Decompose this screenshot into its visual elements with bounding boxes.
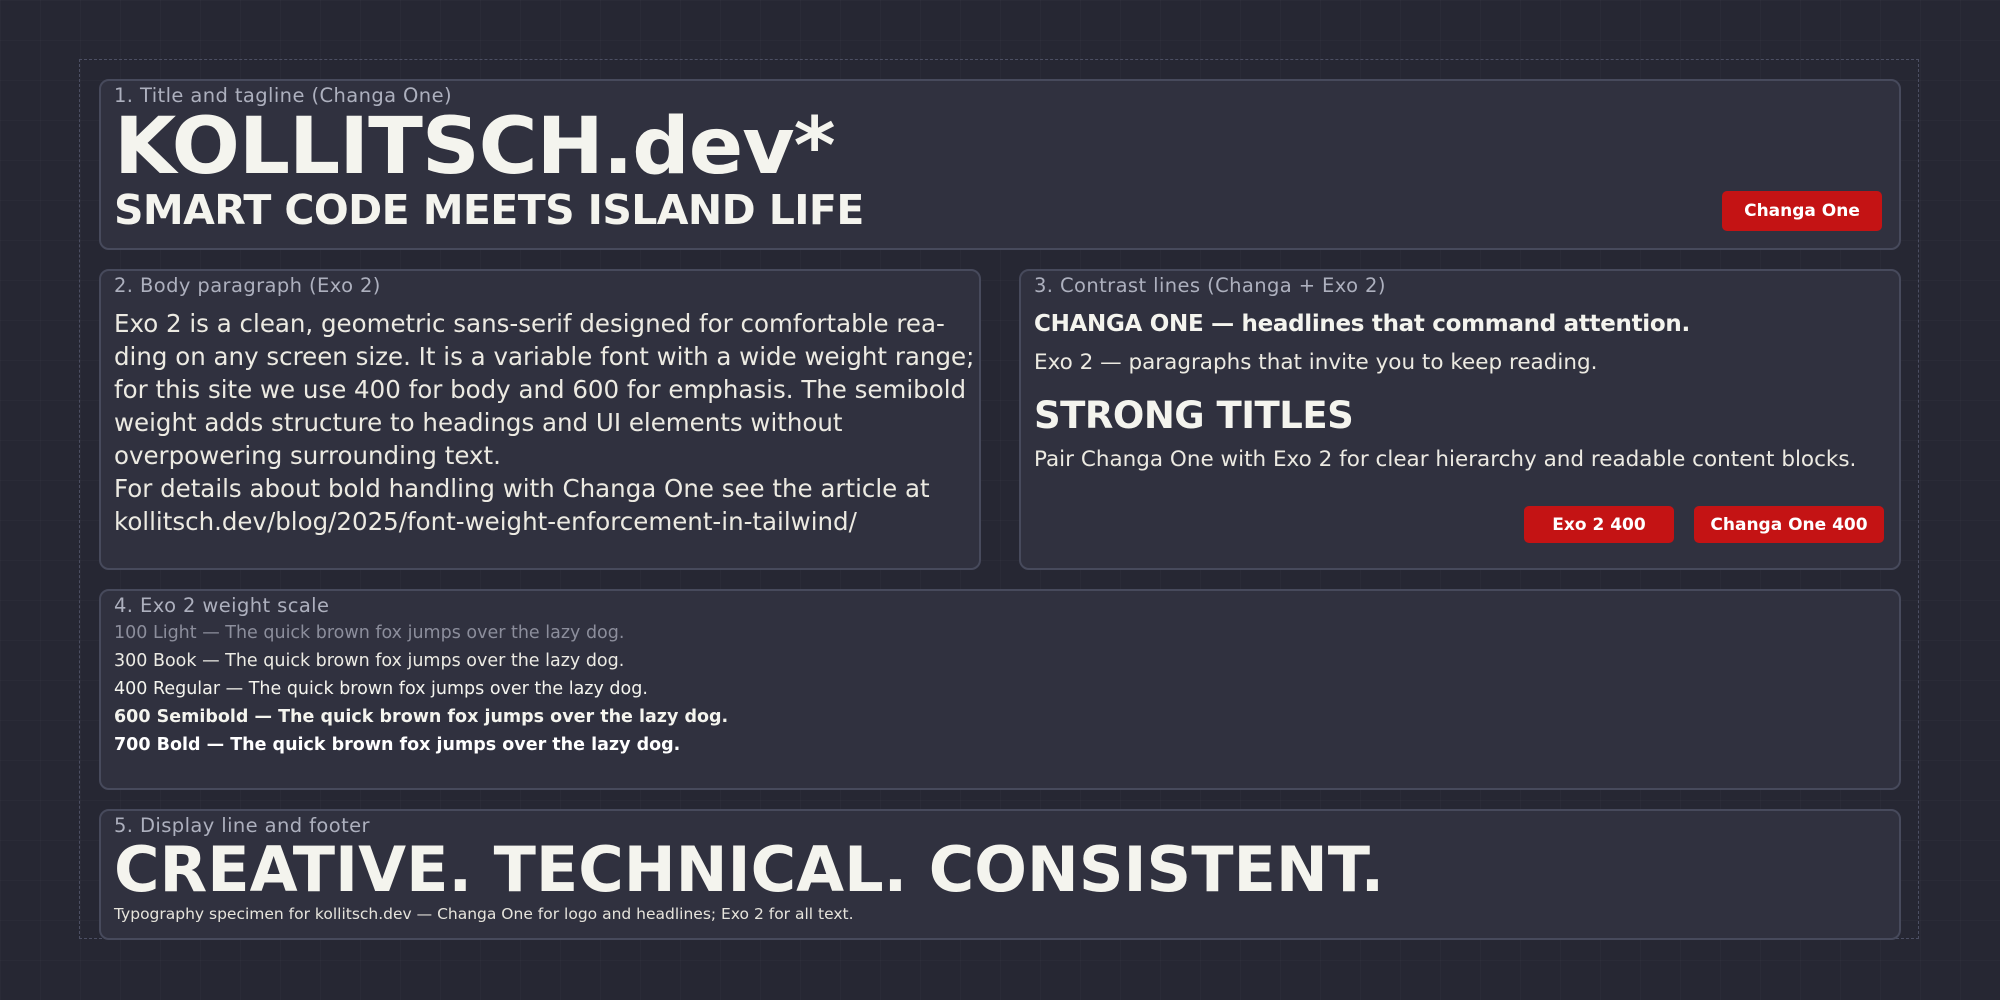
site-title: KOLLITSCH.dev* [114,102,836,192]
weight-line-600: 600 Semibold — The quick brown fox jumps… [114,707,729,727]
body-line: Exo 2 is a clean, geometric sans-serif d… [114,309,945,338]
display-line: CREATIVE. TECHNICAL. CONSISTENT. [114,833,1385,906]
body-line: ding on any screen size. It is a variabl… [114,342,975,371]
font-badge-exo: Exo 2 400 [1524,506,1674,543]
contrast-headline: CHANGA ONE — headlines that command atte… [1034,311,1690,337]
font-badge-changa: Changa One 400 [1694,506,1884,543]
panel-label: 4. Exo 2 weight scale [114,594,330,617]
pairing-line: Pair Changa One with Exo 2 for clear hie… [1034,447,1857,472]
contrast-panel: 3. Contrast lines (Changa + Exo 2) CHANG… [1019,269,1901,570]
body-paragraph: Exo 2 is a clean, geometric sans-serif d… [114,307,975,538]
weight-line-700: 700 Bold — The quick brown fox jumps ove… [114,735,681,755]
panel-label: 2. Body paragraph (Exo 2) [114,274,381,297]
tagline: SMART CODE MEETS ISLAND LIFE [114,186,864,234]
body-line: weight adds structure to headings and UI… [114,408,843,437]
weight-line-400: 400 Regular — The quick brown fox jumps … [114,679,648,699]
body-link-line: kollitsch.dev/blog/2025/font-weight-enfo… [114,507,857,536]
weight-scale-panel: 4. Exo 2 weight scale 100 Light — The qu… [99,589,1901,790]
weight-line-300: 300 Book — The quick brown fox jumps ove… [114,651,625,671]
footer-text: Typography specimen for kollitsch.dev — … [114,905,854,923]
display-panel: 5. Display line and footer CREATIVE. TEC… [99,809,1901,940]
strong-titles-heading: STRONG TITLES [1034,394,1354,437]
font-badge-changa: Changa One [1722,191,1882,231]
title-panel: 1. Title and tagline (Changa One) KOLLIT… [99,79,1901,250]
panel-label: 3. Contrast lines (Changa + Exo 2) [1034,274,1386,297]
body-panel: 2. Body paragraph (Exo 2) Exo 2 is a cle… [99,269,981,570]
contrast-body-line: Exo 2 — paragraphs that invite you to ke… [1034,350,1598,375]
body-line: For details about bold handling with Cha… [114,474,930,503]
body-line: for this site we use 400 for body and 60… [114,375,967,404]
weight-line-100: 100 Light — The quick brown fox jumps ov… [114,623,625,643]
body-line: overpowering surrounding text. [114,441,501,470]
